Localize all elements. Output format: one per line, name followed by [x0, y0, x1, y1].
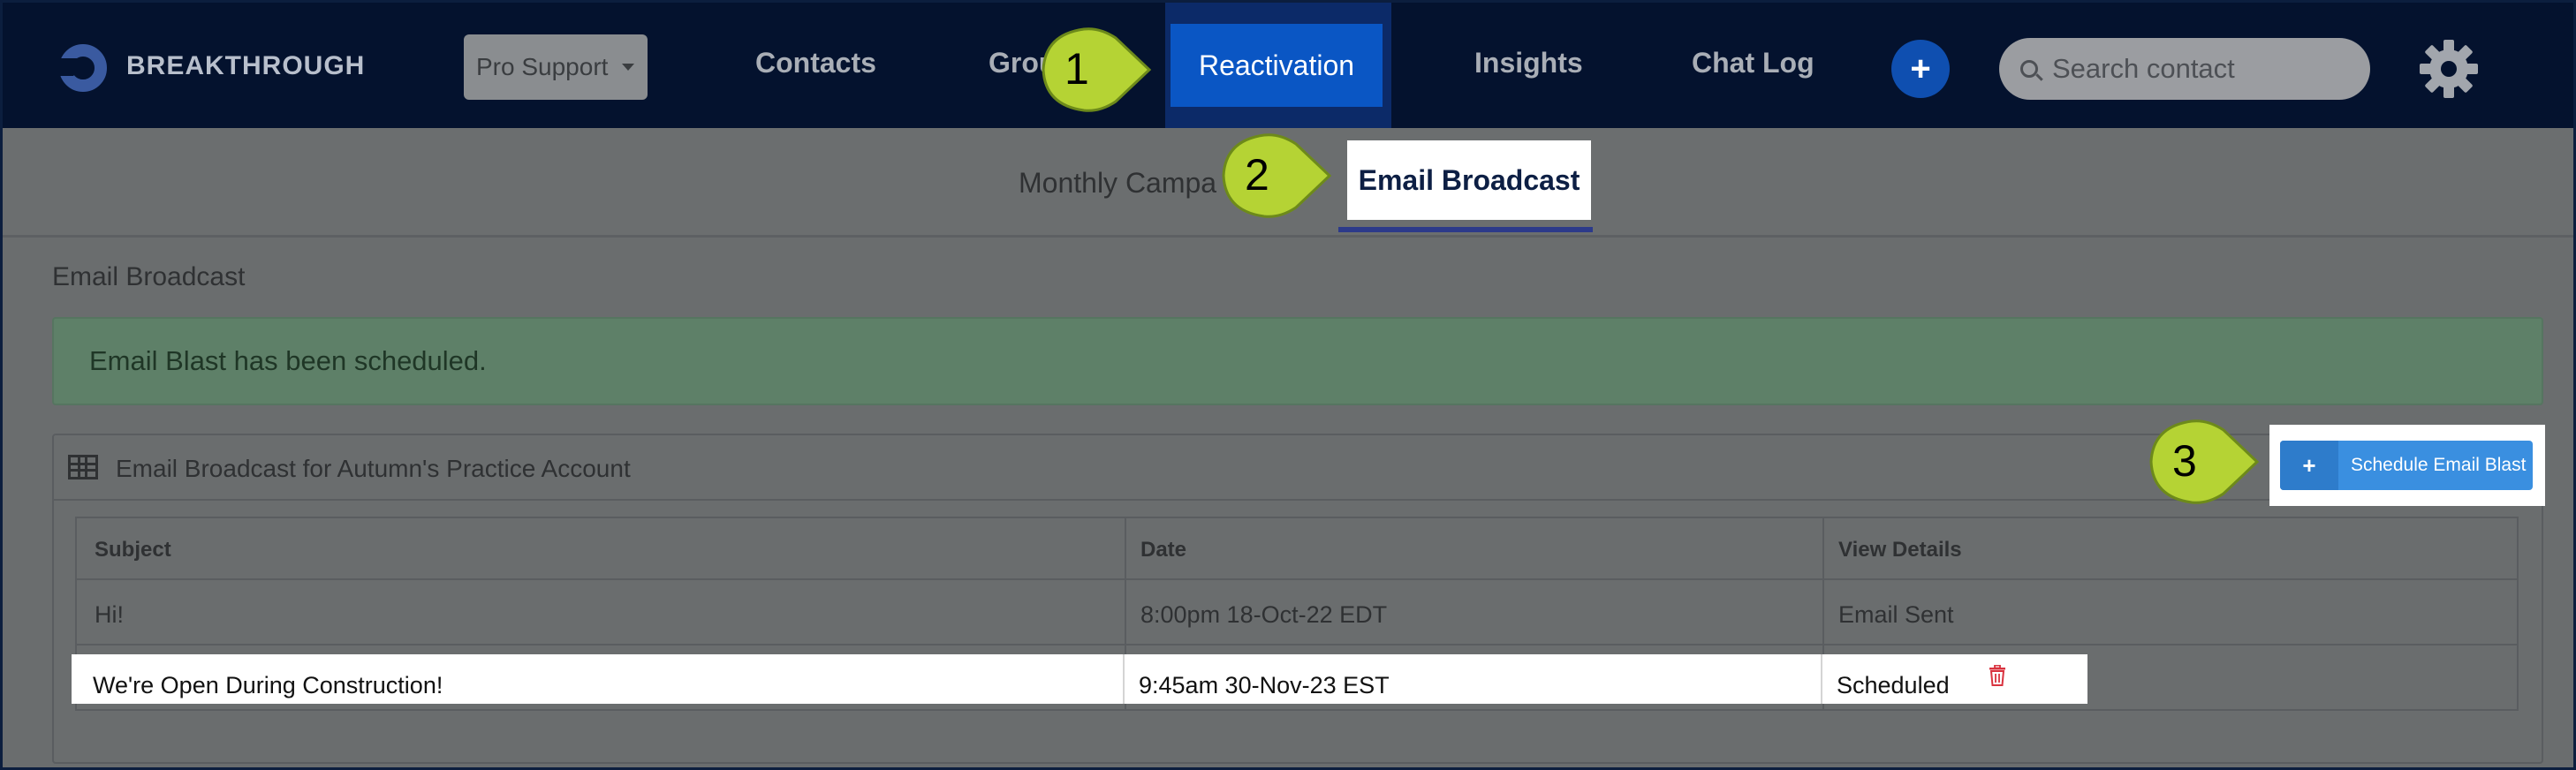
tab-monthly-campaigns[interactable]: Monthly Campa: [1019, 167, 1216, 200]
app-window: BREAKTHROUGH Pro Support Contacts Grou R…: [0, 0, 2576, 770]
row-2-date: 9:45am 30-Nov-23 EST: [1139, 672, 1390, 698]
callout-1-marker: [1042, 27, 1152, 112]
row-1-status[interactable]: Email Sent: [1838, 601, 1954, 629]
search-placeholder: Search contact: [2052, 53, 2235, 84]
column-header-subject[interactable]: Subject: [95, 538, 171, 562]
callout-3-number: 3: [2172, 436, 2197, 486]
schedule-email-blast-button[interactable]: + Schedule Email Blast: [2280, 441, 2533, 490]
success-alert: Email Blast has been scheduled.: [52, 317, 2543, 405]
column-header-view-details[interactable]: View Details: [1838, 538, 1962, 562]
nav-insights[interactable]: Insights: [1474, 47, 1583, 79]
row-1-date: 8:00pm 18-Oct-22 EDT: [1140, 601, 1388, 628]
account-dropdown-label: Pro Support: [476, 53, 609, 80]
callout-2-marker: [1222, 133, 1332, 218]
account-dropdown[interactable]: Pro Support: [464, 34, 648, 100]
section-title: Email Broadcast: [52, 262, 246, 291]
callout-2-number: 2: [1245, 150, 1269, 200]
nav-reactivation[interactable]: Reactivation: [1171, 24, 1383, 107]
plus-icon: +: [2280, 441, 2338, 490]
search-icon: [2020, 60, 2038, 78]
brand-mark-icon: [47, 42, 114, 92]
nav-chat-log[interactable]: Chat Log: [1692, 47, 1815, 79]
schedule-button-label: Schedule Email Blast: [2351, 455, 2527, 475]
callout-1-number: 1: [1064, 44, 1089, 94]
add-new-button[interactable]: +: [1891, 40, 1950, 98]
gear-icon[interactable]: [2418, 38, 2480, 100]
row-2-subject: We're Open During Construction!: [93, 672, 443, 698]
tab-email-broadcast[interactable]: Email Broadcast: [1347, 140, 1591, 220]
panel-title: Email Broadcast for Autumn's Practice Ac…: [116, 455, 631, 482]
brand-name: BREAKTHROUGH: [126, 51, 366, 80]
brand-logo[interactable]: BREAKTHROUGH: [47, 40, 366, 93]
trash-icon[interactable]: [1989, 665, 2006, 686]
table-icon: [68, 455, 98, 479]
callout-3-marker: [2149, 419, 2260, 504]
top-navbar: BREAKTHROUGH Pro Support Contacts Grou R…: [3, 3, 2573, 128]
row-1-subject: Hi!: [95, 601, 124, 628]
row-2-status[interactable]: Scheduled: [1837, 672, 1950, 699]
search-contact-field[interactable]: Search contact: [1999, 38, 2370, 100]
caret-down-icon: [622, 64, 635, 71]
column-header-date[interactable]: Date: [1140, 538, 1186, 562]
active-tab-underline: [1338, 227, 1593, 232]
nav-contacts[interactable]: Contacts: [755, 47, 876, 79]
